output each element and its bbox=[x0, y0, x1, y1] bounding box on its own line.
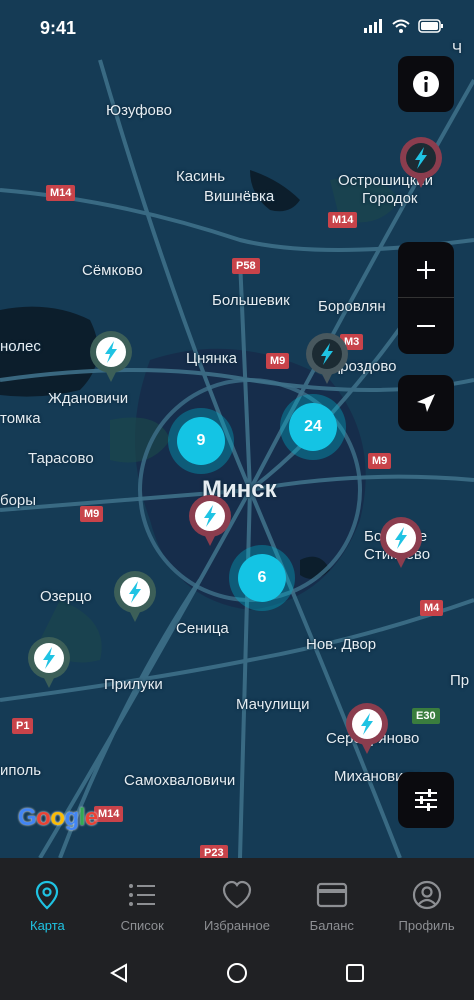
charging-station-pin[interactable] bbox=[398, 136, 444, 190]
map-label-tsnyanka: Цнянка bbox=[186, 350, 238, 367]
map-label-tomka: томка bbox=[0, 410, 41, 427]
tab-list[interactable]: Список bbox=[95, 858, 190, 946]
map-label-novy-dvor: Нов. Двор bbox=[306, 636, 377, 653]
info-button[interactable] bbox=[398, 56, 454, 112]
map-label-nolesie: нолес bbox=[0, 338, 41, 355]
battery-icon bbox=[418, 19, 443, 33]
map-label-borovlyany: Боровлян bbox=[318, 298, 386, 315]
road-sign-p1: P1 bbox=[12, 718, 34, 734]
station-cluster[interactable]: 24 bbox=[280, 394, 346, 460]
road-sign-e30: E30 bbox=[412, 708, 440, 724]
map-label-machulishchi: Мачулищи bbox=[236, 696, 310, 713]
location-pin-icon bbox=[36, 880, 59, 910]
zoom-out-button[interactable] bbox=[398, 298, 454, 354]
map-label-tarasovo: Тарасово bbox=[28, 450, 94, 467]
filter-button[interactable] bbox=[398, 772, 454, 828]
station-cluster[interactable]: 6 bbox=[229, 545, 295, 611]
map-label-priluki: Прилуки bbox=[104, 676, 163, 693]
cluster-count: 9 bbox=[177, 417, 225, 465]
tab-favorites[interactable]: Избранное bbox=[190, 858, 285, 946]
map-label-kasin: Касинь bbox=[176, 168, 226, 185]
tab-profile[interactable]: Профиль bbox=[379, 858, 474, 946]
tab-label: Профиль bbox=[398, 918, 455, 933]
road-sign-m14: M14 bbox=[46, 185, 76, 201]
road-sign-m9: M9 bbox=[266, 353, 290, 369]
map-label-bory: боры bbox=[0, 492, 37, 509]
status-bar: 9:41 bbox=[0, 0, 474, 54]
map-label-samokhvalovichi: Самохваловичи bbox=[124, 772, 236, 789]
map-label-p: Пр bbox=[450, 672, 470, 689]
map-label-vishnevka: Вишнёвка bbox=[204, 188, 275, 205]
station-cluster[interactable]: 9 bbox=[168, 408, 234, 474]
zoom-control bbox=[398, 242, 454, 354]
bottom-tab-bar: Карта Список Избранное Баланс Профиль bbox=[0, 858, 474, 946]
charging-station-pin[interactable] bbox=[378, 516, 424, 570]
tab-balance[interactable]: Баланс bbox=[284, 858, 379, 946]
cluster-count: 6 bbox=[238, 554, 286, 602]
signal-icon bbox=[364, 19, 382, 33]
home-icon[interactable] bbox=[226, 962, 248, 984]
road-sign-m9: M9 bbox=[80, 506, 104, 522]
navigation-arrow-icon bbox=[417, 394, 435, 412]
zoom-in-button[interactable] bbox=[398, 242, 454, 298]
my-location-button[interactable] bbox=[398, 375, 454, 431]
map-label-zhdanovichi: Ждановичи bbox=[48, 390, 129, 407]
map-label-yuzufovo: Юзуфово bbox=[106, 102, 173, 119]
road-sign-m4: M4 bbox=[420, 600, 444, 616]
wifi-icon bbox=[392, 19, 410, 33]
heart-icon bbox=[222, 880, 252, 909]
plus-icon bbox=[417, 260, 435, 279]
back-icon[interactable] bbox=[109, 963, 129, 983]
status-time: 9:41 bbox=[40, 18, 77, 38]
charging-station-pin[interactable] bbox=[88, 330, 134, 384]
charging-station-pin[interactable] bbox=[26, 636, 72, 690]
charging-station-pin[interactable] bbox=[304, 332, 350, 386]
tab-label: Баланс bbox=[309, 918, 354, 933]
charging-station-pin[interactable] bbox=[187, 494, 233, 548]
user-profile-icon bbox=[412, 880, 441, 910]
status-icons bbox=[364, 19, 444, 33]
map-label-semkovo: Сёмково bbox=[82, 262, 143, 279]
charging-station-pin[interactable] bbox=[112, 570, 158, 624]
list-icon bbox=[129, 884, 156, 906]
map-label-gorodok: Городок bbox=[362, 190, 418, 207]
tab-label: Карта bbox=[30, 918, 65, 933]
credit-card-icon bbox=[316, 882, 347, 908]
tab-label: Список bbox=[120, 918, 164, 933]
tab-map[interactable]: Карта bbox=[0, 858, 95, 946]
road-sign-p58: P58 bbox=[232, 258, 260, 274]
system-navigation-bar bbox=[0, 946, 474, 1000]
charging-station-pin[interactable] bbox=[344, 702, 390, 756]
cluster-count: 24 bbox=[289, 403, 337, 451]
map-label-ipol: иполь bbox=[0, 762, 42, 779]
road-sign-m14: M14 bbox=[94, 806, 124, 822]
info-icon bbox=[413, 71, 439, 97]
road-sign-m9: M9 bbox=[368, 453, 392, 469]
recent-apps-icon[interactable] bbox=[345, 963, 365, 983]
minus-icon bbox=[417, 325, 435, 327]
tab-label: Избранное bbox=[204, 918, 270, 933]
road-sign-m14: M14 bbox=[328, 212, 358, 228]
google-logo: Google bbox=[18, 804, 98, 831]
map-label-ozertso: Озерцо bbox=[40, 588, 92, 605]
map-label-ch: Ч bbox=[452, 40, 462, 57]
filter-sliders-icon bbox=[415, 789, 437, 811]
map-label-bolshevik: Большевик bbox=[212, 292, 290, 309]
map-label-senitsa: Сеница bbox=[176, 620, 229, 637]
